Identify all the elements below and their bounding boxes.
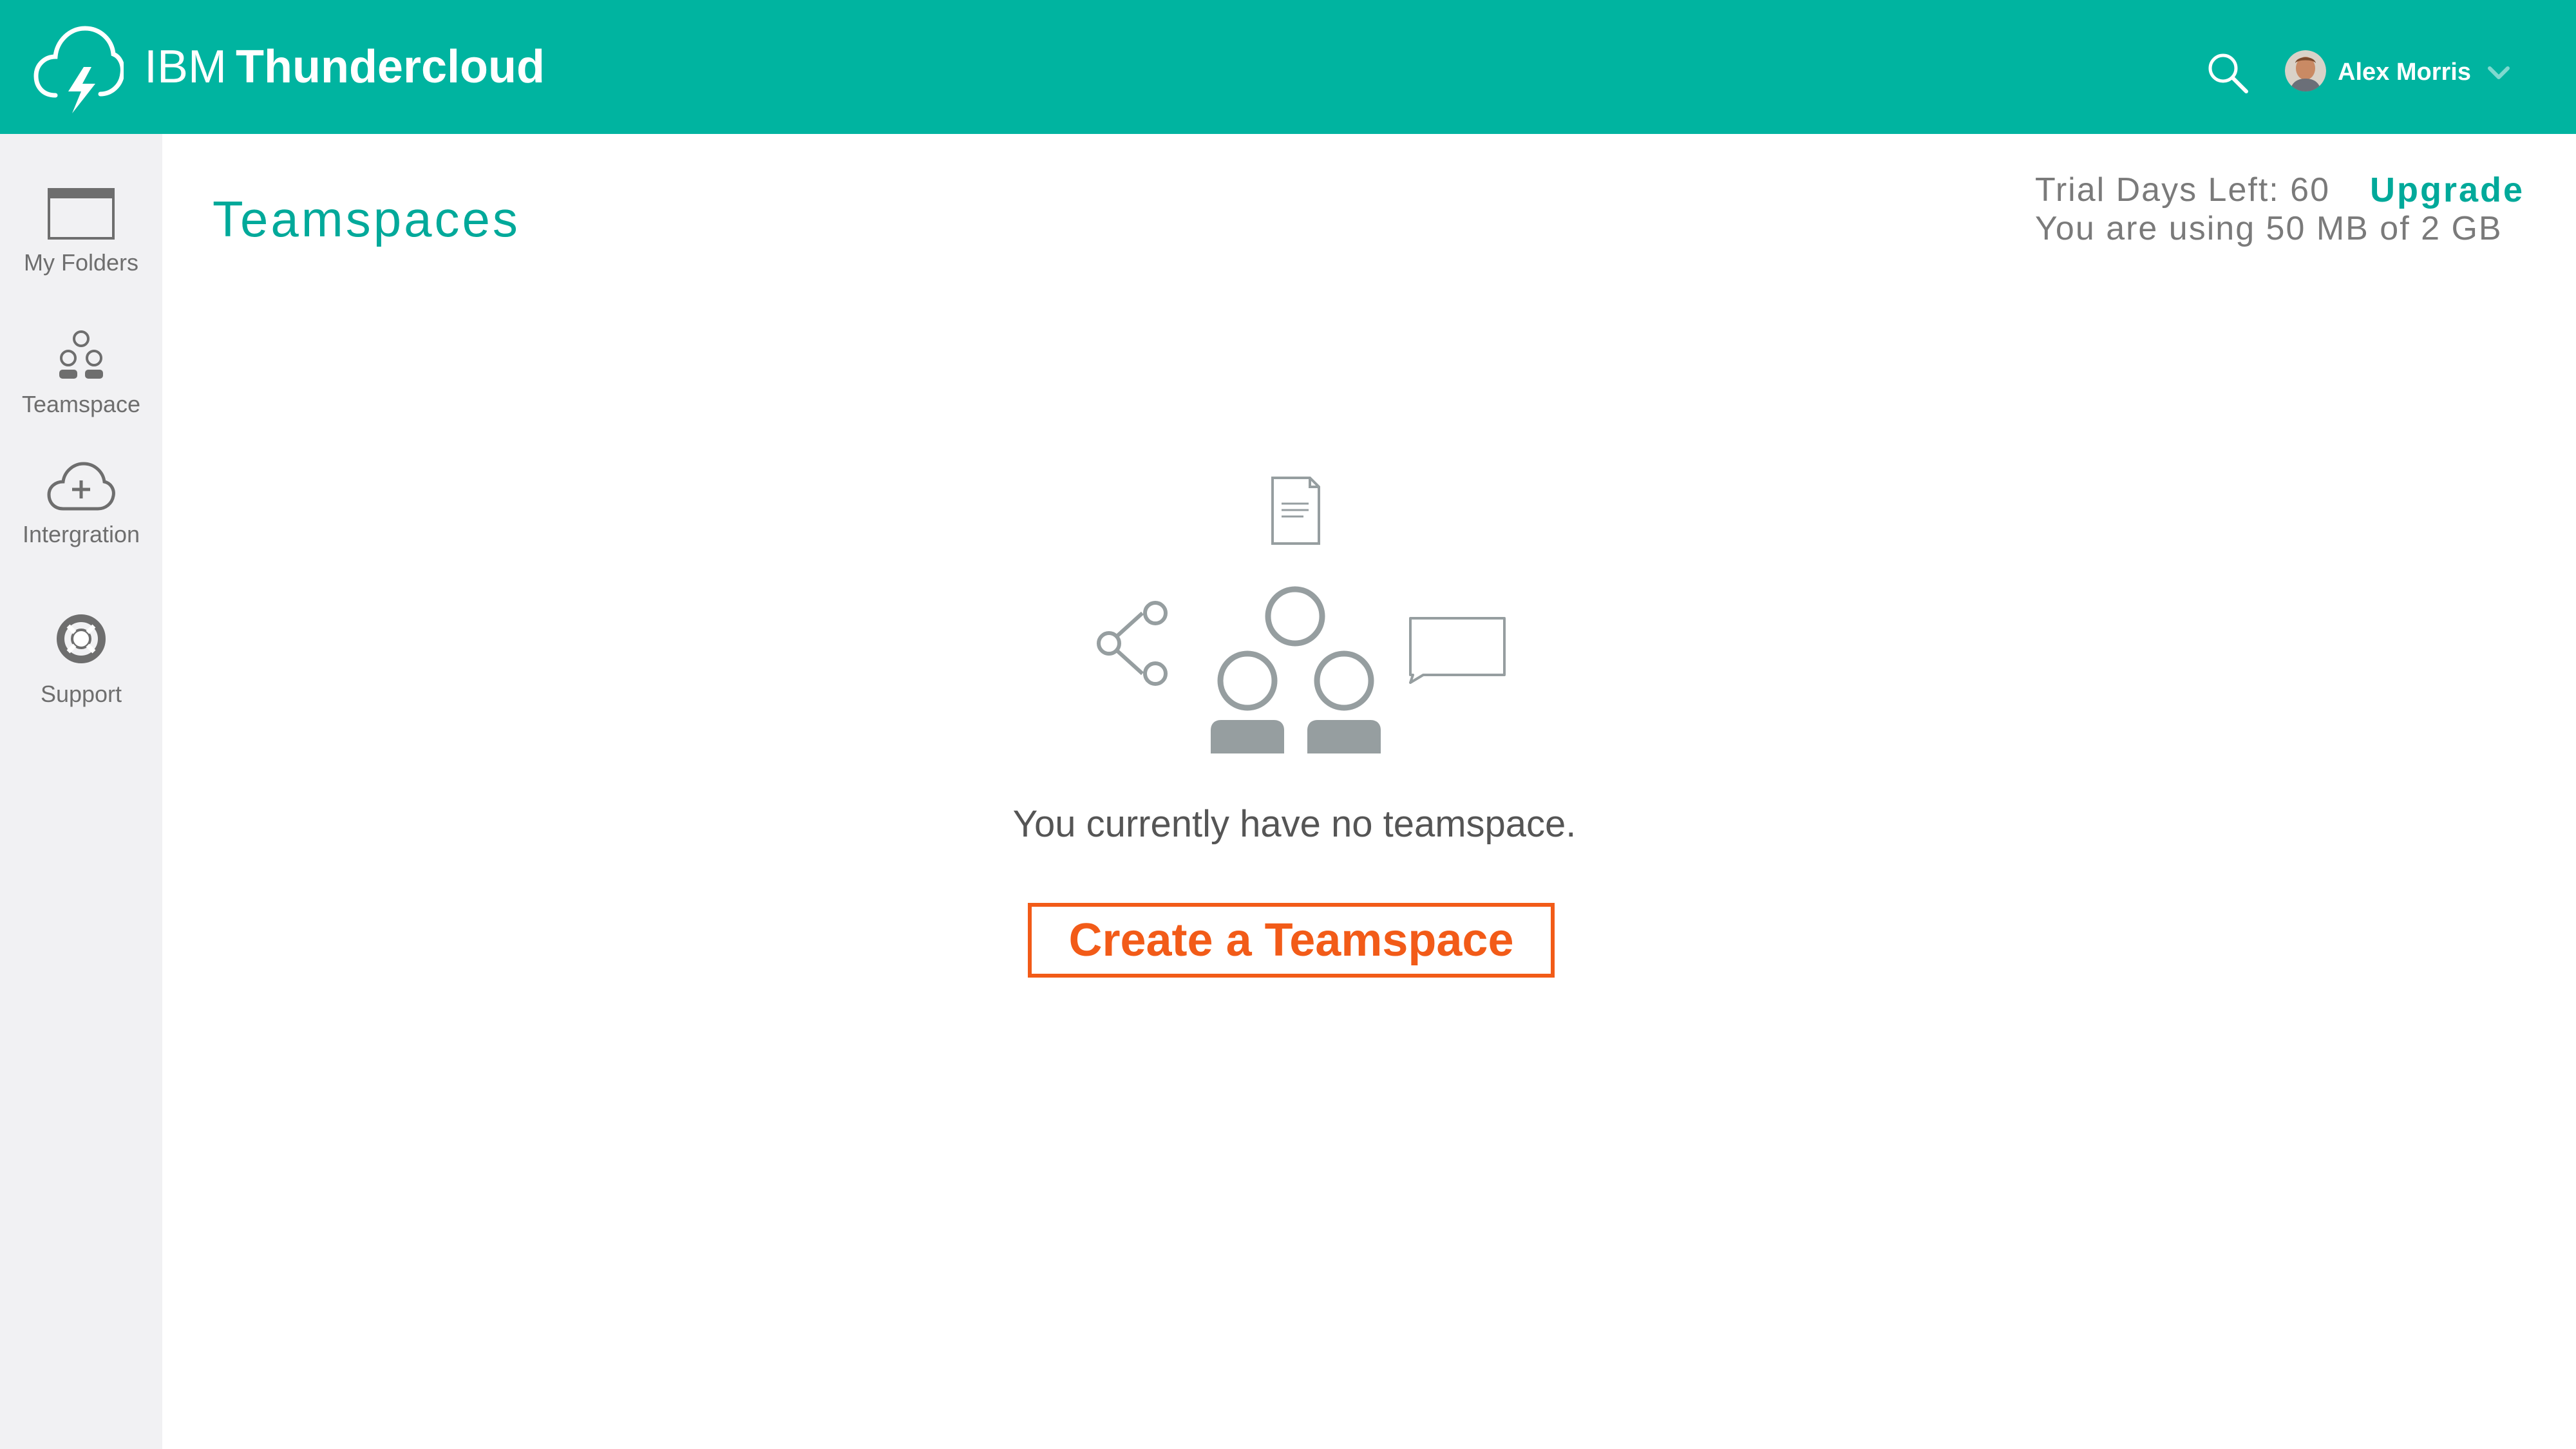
sidebar-item-teamspace[interactable]: Teamspace	[0, 330, 162, 419]
empty-state-message: You currently have no teamspace.	[1012, 803, 1577, 845]
document-icon	[1271, 477, 1320, 545]
empty-teamspace-illustration	[1097, 477, 1506, 753]
chat-bubble-icon	[1409, 617, 1506, 684]
search-icon[interactable]	[2205, 50, 2250, 95]
folder-icon	[48, 188, 115, 240]
lifebuoy-icon	[57, 614, 106, 663]
trial-days-left: Trial Days Left: 60	[2035, 171, 2331, 209]
sidebar-item-my-folders[interactable]: My Folders	[0, 188, 162, 277]
chevron-down-icon[interactable]	[2487, 64, 2510, 82]
sidebar-item-support[interactable]: Support	[0, 613, 162, 708]
brand-name: Thundercloud	[236, 41, 545, 93]
cloud-plus-icon	[47, 462, 115, 511]
sidebar-item-label: Teamspace	[21, 391, 141, 417]
user-name[interactable]: Alex Morris	[2338, 55, 2471, 89]
sidebar-item-integration[interactable]: Intergration	[0, 461, 162, 549]
storage-usage: You are using 50 MB of 2 GB	[2035, 210, 2503, 247]
user-photo-icon	[2285, 50, 2326, 91]
app-brand[interactable]: IBM Thundercloud	[144, 36, 545, 98]
top-bar: IBM Thundercloud Alex Morris	[0, 0, 2576, 134]
sidebar-item-label: My Folders	[23, 249, 139, 276]
sidebar-item-label: Intergration	[22, 521, 140, 547]
people-icon	[1211, 586, 1381, 753]
sidebar-item-label: Support	[40, 681, 122, 707]
cloud-lightning-icon[interactable]	[33, 19, 124, 116]
avatar[interactable]	[2285, 50, 2326, 91]
create-teamspace-button[interactable]: Create a Teamspace	[1028, 903, 1555, 978]
page-title: Teamspaces	[213, 191, 520, 247]
team-icon	[59, 330, 103, 379]
upgrade-link[interactable]: Upgrade	[2370, 170, 2524, 210]
brand-prefix: IBM	[144, 41, 227, 93]
share-icon	[1097, 601, 1168, 686]
sidebar: My Folders Teamspace Intergration Suppor…	[0, 134, 162, 1449]
